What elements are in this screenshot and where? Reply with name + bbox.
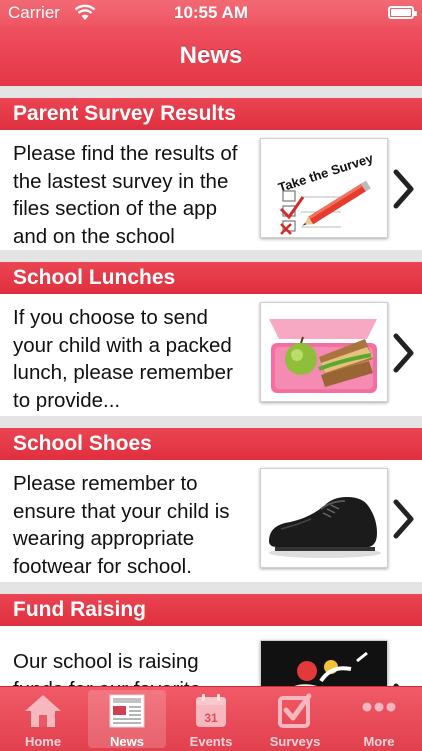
tab-surveys[interactable]: Surveys <box>256 687 334 751</box>
tab-label: Home <box>24 734 62 749</box>
tab-bar: Home News 31 Events Surveys More <box>0 686 422 751</box>
news-item-summary: Our school is raising funds for our favo… <box>13 650 201 686</box>
home-icon <box>25 695 61 727</box>
news-item-summary: Please remember to ensure that your chil… <box>13 472 230 578</box>
news-item-summary: Please find the results of the lastest s… <box>13 142 238 248</box>
news-item-title: Fund Raising <box>0 594 422 626</box>
news-item-fund-raising[interactable]: Fund Raising Our school is raising funds… <box>0 582 422 686</box>
chevron-right-icon[interactable] <box>392 332 416 374</box>
chevron-right-icon[interactable] <box>392 168 416 210</box>
tab-label: Events <box>189 734 233 749</box>
divider <box>0 250 422 262</box>
news-item-school-shoes[interactable]: School Shoes Please remember to ensure t… <box>0 416 422 580</box>
news-item-title: Parent Survey Results <box>0 98 422 130</box>
news-item-school-lunches[interactable]: School Lunches If you choose to send you… <box>0 250 422 414</box>
news-item-summary: If you choose to send your child with a … <box>13 306 233 412</box>
battery-icon <box>388 6 417 19</box>
checkbox-icon <box>278 693 312 728</box>
tab-more[interactable]: More <box>340 687 418 751</box>
page-title: News <box>0 27 422 87</box>
tab-label: Surveys <box>269 734 321 749</box>
news-icon <box>109 694 145 728</box>
take-the-survey-image: Take the Survey <box>260 138 388 238</box>
tab-events[interactable]: 31 Events <box>172 687 250 751</box>
tab-news[interactable]: News <box>88 690 166 749</box>
fundraising-image <box>260 640 388 686</box>
divider <box>0 582 422 594</box>
tab-label: News <box>110 734 144 749</box>
divider <box>0 86 422 98</box>
divider <box>0 416 422 428</box>
news-list[interactable]: Parent Survey Results Please find the re… <box>0 86 422 686</box>
tab-label: More <box>363 734 395 749</box>
more-icon <box>362 702 396 712</box>
status-bar: Carrier 10:55 AM <box>0 0 422 27</box>
news-item-title: School Lunches <box>0 262 422 294</box>
news-item-title: School Shoes <box>0 428 422 460</box>
clock: 10:55 AM <box>173 3 248 22</box>
tab-home[interactable]: Home <box>4 687 82 751</box>
chevron-right-icon[interactable] <box>392 498 416 540</box>
school-shoe-image <box>260 468 388 568</box>
lunchbox-image <box>260 302 388 402</box>
calendar-icon: 31 <box>196 694 226 727</box>
news-item-parent-survey[interactable]: Parent Survey Results Please find the re… <box>0 86 422 250</box>
calendar-date: 31 <box>204 711 218 725</box>
